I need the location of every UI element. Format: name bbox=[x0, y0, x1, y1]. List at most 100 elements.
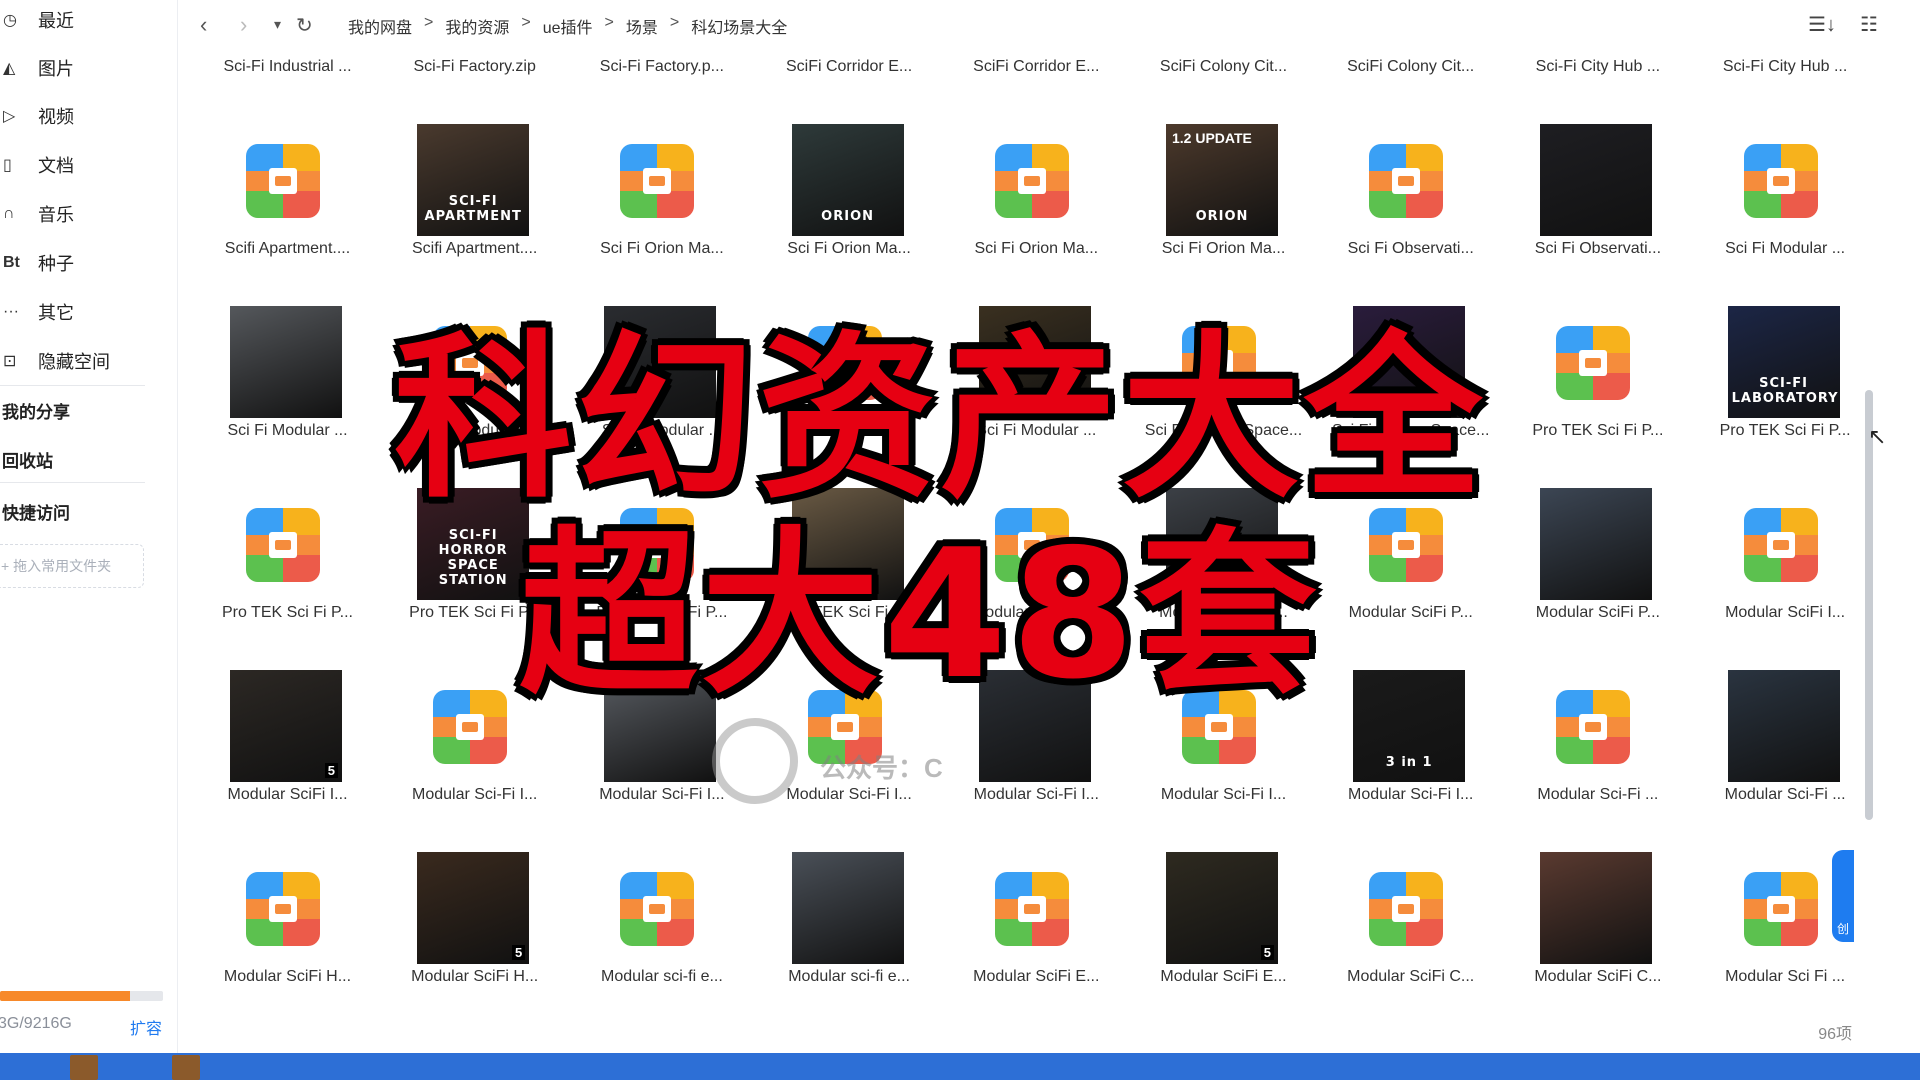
storage-progress-fill bbox=[0, 991, 131, 1001]
zip-archive-icon bbox=[979, 488, 1091, 600]
file-item[interactable]: Sci Fi Modular ... bbox=[381, 292, 568, 472]
file-item[interactable]: Modular SciFi P... bbox=[1317, 474, 1504, 654]
file-item[interactable]: SCI-FI HORROR SPACE STATION Pro TEK Sci F… bbox=[381, 474, 568, 654]
file-item[interactable]: Modular Sci Fi P... bbox=[943, 474, 1130, 654]
item-count: 96项 bbox=[1818, 1026, 1852, 1043]
sidebar-recycle-bin[interactable]: 回收站 bbox=[2, 447, 53, 472]
file-name: Modular SciFi C... bbox=[1347, 968, 1475, 985]
sidebar-item-label: 种子 bbox=[38, 254, 74, 274]
file-item[interactable]: 5 Modular SciFi H... bbox=[381, 838, 568, 1010]
file-item[interactable]: Scifi Apartment.... bbox=[194, 110, 381, 290]
file-item[interactable]: Sci Fi Modular ... bbox=[943, 292, 1130, 472]
file-name: Pro TEK Sci Fi P... bbox=[1532, 422, 1664, 439]
file-item[interactable]: Modular Sci Fi P... bbox=[1130, 474, 1317, 654]
watermark-text: 公众号：C bbox=[820, 753, 943, 783]
file-item[interactable]: Modular sci-fi e... bbox=[568, 838, 755, 1010]
file-item[interactable]: Sci Fi Colony Space... bbox=[1317, 292, 1504, 472]
file-item[interactable]: Modular Sci-Fi ... bbox=[1504, 656, 1691, 836]
file-item[interactable]: Pro TEK Sci Fi P... bbox=[194, 474, 381, 654]
file-item[interactable]: 5 Modular SciFi E... bbox=[1130, 838, 1317, 1010]
file-item[interactable]: Sci Fi Orion Ma... bbox=[568, 110, 755, 290]
file-item[interactable]: Modular Sci-Fi I... bbox=[1130, 656, 1317, 836]
file-item[interactable]: Modular Sci-Fi ... bbox=[1692, 656, 1860, 836]
file-name: Modular sci-fi e... bbox=[788, 968, 910, 985]
zip-archive-icon bbox=[792, 306, 904, 418]
floating-create-button[interactable]: 创 bbox=[1832, 850, 1854, 942]
file-name: Pro TEK Sci Fi P... bbox=[783, 604, 915, 621]
file-item[interactable]: SCI-FI APARTMENT Scifi Apartment.... bbox=[381, 110, 568, 290]
file-item[interactable]: Modular SciFi C... bbox=[1317, 838, 1504, 1010]
sidebar-item-0[interactable]: ◷ 最近 bbox=[0, 0, 170, 40]
file-item[interactable]: Modular SciFi H... bbox=[194, 838, 381, 1010]
expand-storage-link[interactable]: 扩容 bbox=[130, 1015, 162, 1039]
file-item[interactable]: Modular SciFi E... bbox=[943, 838, 1130, 1010]
file-name: Pro TEK Sci Fi P... bbox=[409, 604, 541, 621]
file-thumbnail: 5 bbox=[417, 852, 530, 964]
file-name: Sci Fi Modular ... bbox=[789, 422, 910, 439]
file-item[interactable]: ORION 1.2 UPDATE Sci Fi Orion Ma... bbox=[1130, 110, 1317, 290]
file-item[interactable]: Sci Fi Modular ... bbox=[194, 292, 381, 472]
sidebar-item-4[interactable]: ∩ 音乐 bbox=[0, 194, 170, 234]
file-thumbnail bbox=[1540, 852, 1653, 964]
file-thumbnail bbox=[1727, 670, 1840, 782]
sidebar-item-3[interactable]: ▯ 文档 bbox=[0, 145, 170, 185]
scrollbar-thumb[interactable] bbox=[1865, 390, 1873, 820]
sidebar-my-share[interactable]: 我的分享 bbox=[2, 398, 70, 423]
file-item[interactable]: Sci Fi Modular ... bbox=[568, 292, 755, 472]
thumbnail-badge: 5 bbox=[324, 763, 338, 778]
file-item[interactable]: Sci Fi Colony Space... bbox=[1130, 292, 1317, 472]
file-item[interactable]: Pro TEK Sci Fi P... bbox=[1504, 292, 1691, 472]
file-name: Sci Fi Orion Ma... bbox=[974, 240, 1099, 257]
file-item[interactable]: SCI-FI LABORATORY Pro TEK Sci Fi P... bbox=[1692, 292, 1860, 472]
clock-icon: ◷ bbox=[3, 12, 17, 29]
file-name: Pro TEK Sci Fi P... bbox=[596, 604, 728, 621]
file-item[interactable]: Sci Fi Orion Ma... bbox=[943, 110, 1130, 290]
file-thumbnail bbox=[1540, 124, 1653, 236]
file-item[interactable]: Modular sci-fi e... bbox=[756, 838, 943, 1010]
file-item[interactable]: 5 Modular SciFi I... bbox=[194, 656, 381, 836]
file-item[interactable]: Sci Fi Observati... bbox=[1504, 110, 1691, 290]
file-item[interactable]: Modular Sci-Fi I... bbox=[381, 656, 568, 836]
sidebar-item-2[interactable]: ▷ 视频 bbox=[0, 96, 170, 136]
file-item[interactable]: Modular SciFi P... bbox=[1504, 474, 1691, 654]
sidebar-item-6[interactable]: ··· 其它 bbox=[0, 292, 170, 332]
file-item[interactable]: ORION Sci Fi Orion Ma... bbox=[756, 110, 943, 290]
taskbar-app-icon[interactable] bbox=[70, 1055, 98, 1080]
file-item[interactable]: Sci Fi Observati... bbox=[1317, 110, 1504, 290]
sidebar-item-label: 隐藏空间 bbox=[38, 352, 110, 372]
view-toggle-button[interactable]: ☷ bbox=[1860, 12, 1878, 37]
taskbar-app-icon[interactable] bbox=[172, 1055, 200, 1080]
file-name: Sci Fi Colony Space... bbox=[1144, 422, 1303, 439]
file-thumbnail bbox=[230, 306, 342, 418]
file-name: Modular SciFi H... bbox=[223, 968, 352, 985]
thumbnail-badge: 5 bbox=[1260, 945, 1274, 960]
file-item[interactable]: 3 in 1 Modular Sci-Fi I... bbox=[1317, 656, 1504, 836]
file-name: Modular SciFi I... bbox=[1725, 604, 1846, 621]
file-name: Scifi Apartment.... bbox=[224, 240, 351, 257]
sidebar-item-label: 视频 bbox=[38, 107, 74, 127]
sidebar-item-1[interactable]: ◭ 图片 bbox=[0, 48, 170, 88]
mouse-cursor-icon: ↖ bbox=[1868, 424, 1887, 449]
file-item[interactable]: Sci Fi Modular ... bbox=[1692, 110, 1860, 290]
file-item[interactable]: Pro TEK Sci Fi P... bbox=[756, 474, 943, 654]
file-name: Sci Fi Colony Space... bbox=[1331, 422, 1490, 439]
file-grid: Sci-Fi Industrial ... Sci-Fi Factory.zip S… bbox=[190, 0, 1860, 1010]
file-thumbnail: SCI-FI APARTMENT bbox=[417, 124, 530, 236]
file-name: Modular SciFi P... bbox=[1348, 604, 1473, 621]
sidebar-item-7[interactable]: ⊡ 隐藏空间 bbox=[0, 341, 170, 381]
file-item[interactable]: Sci Fi Modular ... bbox=[756, 292, 943, 472]
file-item[interactable]: Modular SciFi I... bbox=[1692, 474, 1860, 654]
storage-progress-bar bbox=[0, 991, 163, 1001]
file-name: Sci Fi Modular ... bbox=[227, 422, 348, 439]
file-name: Scifi Apartment.... bbox=[411, 240, 538, 257]
file-item[interactable]: Modular SciFi C... bbox=[1504, 838, 1691, 1010]
file-item[interactable]: Modular Sci-Fi I... bbox=[943, 656, 1130, 836]
drop-folder-zone[interactable]: + 拖入常用文件夹 bbox=[0, 544, 144, 588]
file-item[interactable]: Pro TEK Sci Fi P... bbox=[568, 474, 755, 654]
thumbnail-caption: SCI-FI LABORATORY bbox=[1731, 376, 1839, 406]
sidebar-item-5[interactable]: Bt 种子 bbox=[0, 243, 170, 283]
sidebar-quick-access[interactable]: 快捷访问 bbox=[2, 499, 70, 524]
thumbnail-subcaption: 1.2 UPDATE bbox=[1172, 130, 1252, 146]
storage-usage-text: 3G/9216G bbox=[0, 1015, 72, 1032]
file-name: Modular sci-fi e... bbox=[600, 968, 723, 985]
